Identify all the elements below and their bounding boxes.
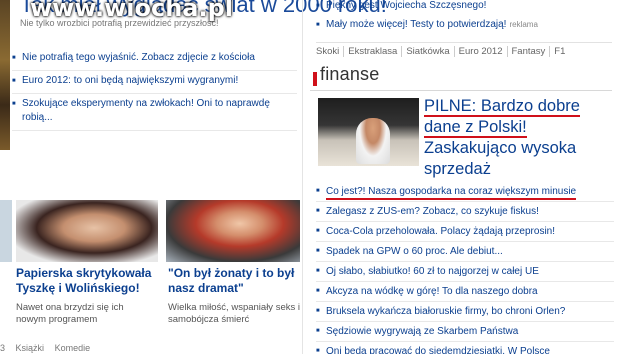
list-item-label: Co jest?! Nasza gospodarka na coraz więk… bbox=[326, 186, 577, 200]
list-item[interactable]: Szokujące eksperymenty na zwłokach! Oni … bbox=[12, 94, 297, 131]
list-item[interactable]: Spadek na GPW o 60 proc. Ale debiut... bbox=[316, 242, 614, 262]
list-item-label: Bruksela wykańcza białoruskie firmy, bo … bbox=[326, 306, 566, 317]
list-item-label: Oni będą pracować do siedemdziesiątki. W… bbox=[326, 346, 550, 354]
finanse-photo[interactable] bbox=[318, 98, 419, 166]
list-item-label: Zalegasz z ZUS-em? Zobacz, co szykuje fi… bbox=[326, 206, 539, 217]
story-thumbnail[interactable] bbox=[0, 0, 10, 150]
category-link[interactable]: Książki bbox=[16, 343, 45, 353]
ad-label: reklama bbox=[509, 20, 538, 29]
story-title[interactable]: "On był żonaty i to był nasz dramat" bbox=[168, 266, 300, 296]
list-item[interactable]: Coca-Cola przeholowała. Polacy żądają pr… bbox=[316, 222, 614, 242]
bottom-category-links: 3 Książki Komedie bbox=[0, 343, 98, 353]
headline-line: dane z Polski! bbox=[424, 118, 527, 138]
list-item[interactable]: Sędziowie wygrywają ze Skarbem Państwa bbox=[316, 322, 614, 342]
left-news-list: Nie potrafią tego wyjaśnić. Zobacz zdjęc… bbox=[12, 48, 297, 131]
section-title[interactable]: finanse bbox=[320, 64, 379, 85]
sport-category-tabs: Skoki Ekstraklasa Siatkówka Euro 2012 Fantas… bbox=[316, 42, 612, 57]
column-divider bbox=[302, 0, 303, 354]
list-item[interactable]: Piękny gest Wojciecha Szczęsnego! bbox=[316, 0, 612, 16]
list-item-label: Oj słabo, słabiutko! 60 zł to najgorzej … bbox=[326, 266, 539, 277]
tab-f1[interactable]: F1 bbox=[550, 46, 569, 57]
tab-ekstraklasa[interactable]: Ekstraklasa bbox=[344, 46, 403, 57]
tab-fantasy[interactable]: Fantasy bbox=[507, 46, 551, 57]
list-item[interactable]: Bruksela wykańcza białoruskie firmy, bo … bbox=[316, 302, 614, 322]
category-link[interactable]: 3 bbox=[0, 343, 5, 353]
story-photo-woman-red-hair[interactable] bbox=[166, 200, 300, 262]
list-item[interactable]: Mały może więcej! Testy to potwierdzają!… bbox=[316, 16, 612, 35]
list-item[interactable]: Oni będą pracować do siedemdziesiątki. W… bbox=[316, 342, 614, 354]
story-description: Wielka miłość, wspaniały seks i samobójc… bbox=[168, 302, 300, 325]
list-item[interactable]: Oj słabo, słabiutko! 60 zł to najgorzej … bbox=[316, 262, 614, 282]
trader-figure bbox=[356, 118, 390, 164]
tab-euro-2012[interactable]: Euro 2012 bbox=[454, 46, 508, 57]
headline-line: Zaskakująco wysoka sprzedaż bbox=[424, 139, 577, 178]
category-link[interactable]: Komedie bbox=[55, 343, 91, 353]
story-description: Nawet ona brzydzi się ich nowym programe… bbox=[16, 302, 124, 325]
list-item-label: Mały może więcej! Testy to potwierdzają! bbox=[326, 19, 507, 30]
list-item-label: Spadek na GPW o 60 proc. Ale debiut... bbox=[326, 246, 503, 257]
watermark-logo: www.wiocha.pl bbox=[30, 0, 234, 22]
list-item[interactable]: Euro 2012: to oni będą największymi wygr… bbox=[12, 71, 297, 94]
finanse-news-list: Co jest?! Nasza gospodarka na coraz więk… bbox=[316, 182, 614, 354]
list-item[interactable]: Zalegasz z ZUS-em? Zobacz, co szykuje fi… bbox=[316, 202, 614, 222]
tab-siatkowka[interactable]: Siatkówka bbox=[402, 46, 455, 57]
list-item[interactable]: Akcyza na wódkę w górę! To dla naszego d… bbox=[316, 282, 614, 302]
tab-skoki[interactable]: Skoki bbox=[316, 46, 345, 57]
list-item-label: Piękny gest Wojciecha Szczęsnego! bbox=[326, 0, 487, 11]
section-divider bbox=[310, 90, 612, 91]
finanse-main-headline[interactable]: PILNE: Bardzo dobre dane z Polski! Zaska… bbox=[424, 96, 614, 180]
sport-news-list: Piękny gest Wojciecha Szczęsnego! Mały m… bbox=[316, 0, 612, 35]
list-item-label: Coca-Cola przeholowała. Polacy żądają pr… bbox=[326, 226, 556, 237]
list-item-label: Sędziowie wygrywają ze Skarbem Państwa bbox=[326, 326, 519, 337]
headline-line: PILNE: Bardzo dobre bbox=[424, 97, 580, 117]
story-photo-woman-dark-hair[interactable] bbox=[16, 200, 158, 262]
story-title[interactable]: Papierska skrytykowała Tyszkę i Woliński… bbox=[16, 266, 156, 296]
list-item[interactable]: Nie potrafią tego wyjaśnić. Zobacz zdjęc… bbox=[12, 48, 297, 71]
list-item[interactable]: Co jest?! Nasza gospodarka na coraz więk… bbox=[316, 182, 614, 202]
story-photo[interactable] bbox=[0, 200, 12, 262]
list-item-label: Akcyza na wódkę w górę! To dla naszego d… bbox=[326, 286, 538, 297]
section-marker bbox=[313, 72, 317, 86]
